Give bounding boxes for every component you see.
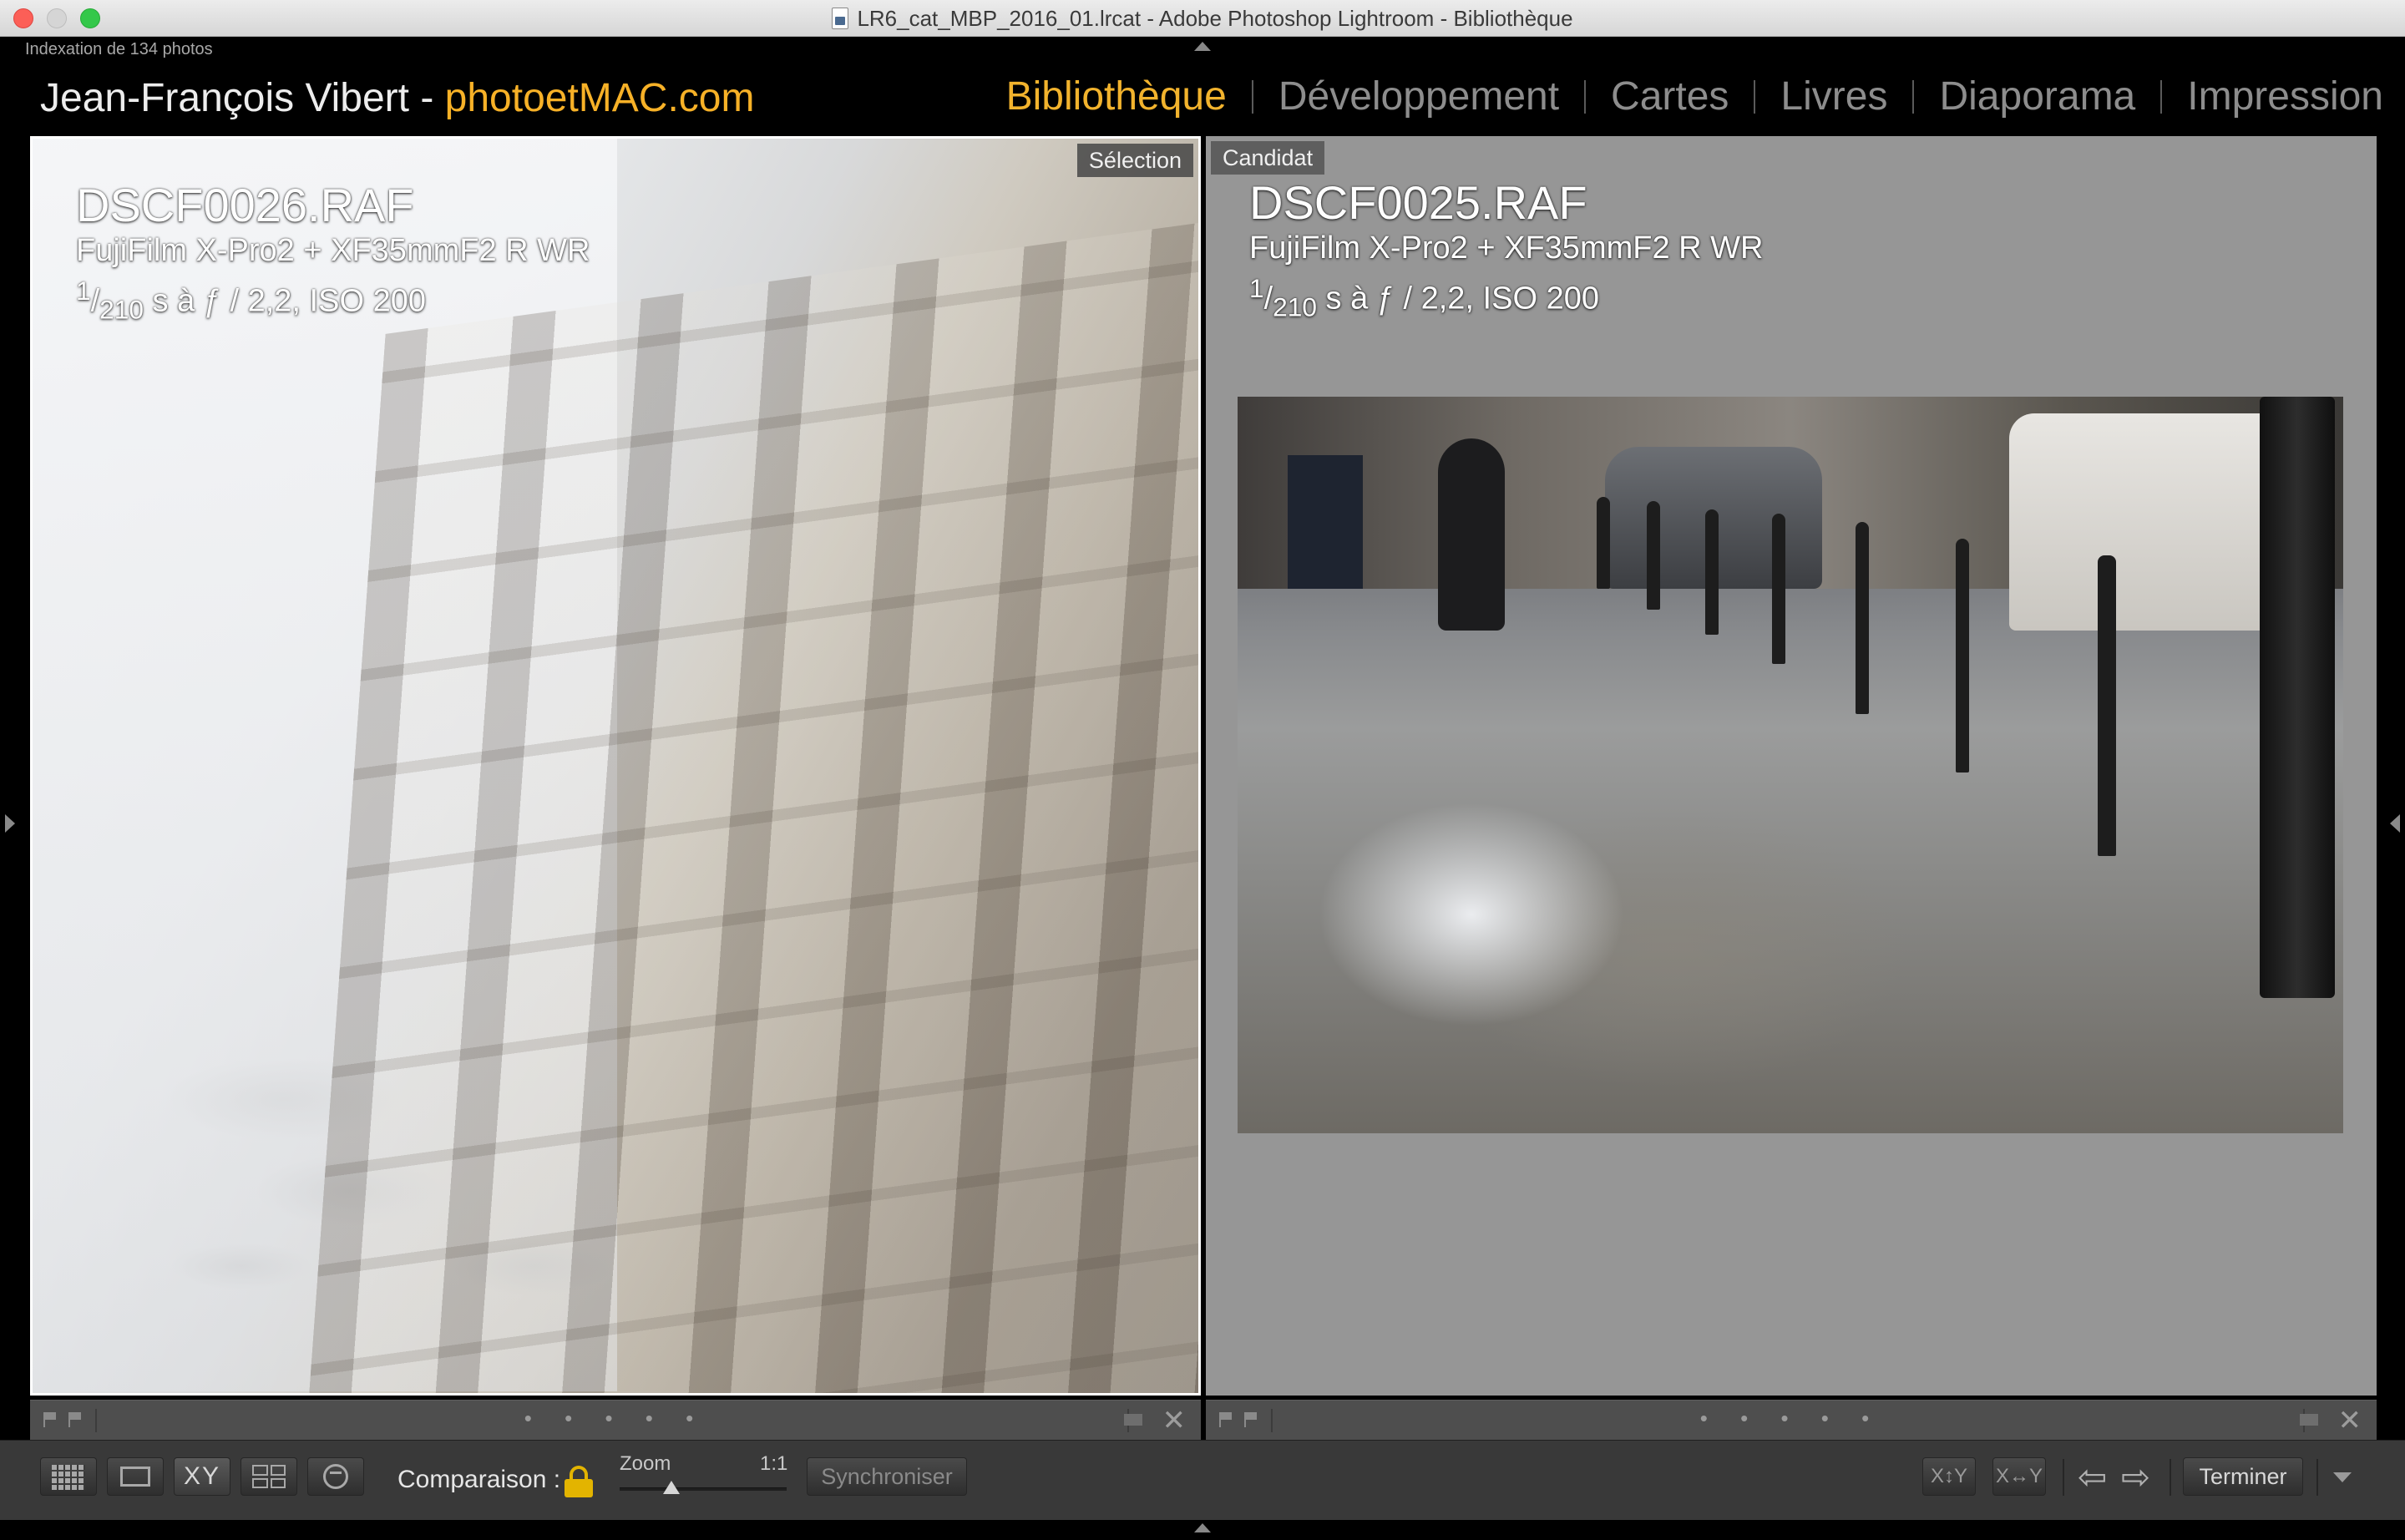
- done-button[interactable]: Terminer: [2183, 1457, 2303, 1496]
- loupe-icon: [120, 1467, 150, 1487]
- zoom-value: 1:1: [760, 1452, 788, 1475]
- candidate-exposure-den: 210: [1273, 291, 1317, 322]
- toolbar-separator: [2170, 1459, 2171, 1496]
- flag-reject-icon[interactable]: [1244, 1412, 1258, 1427]
- identity-plate: Jean-François Vibert - photoetMAC.com: [40, 75, 754, 121]
- zoom-slider-thumb[interactable]: [663, 1481, 680, 1494]
- module-separator: [1584, 79, 1587, 114]
- window-titlebar: LR6_cat_MBP_2016_01.lrcat - Adobe Photos…: [0, 0, 2405, 37]
- select-info-overlay: DSCF0026.RAF FujiFilm X-Pro2 + XF35mmF2 …: [76, 180, 590, 329]
- indexing-status: Indexation de 134 photos: [25, 40, 213, 58]
- photo-bollard: [1772, 514, 1785, 664]
- toolbar: XY Comparaison : Zoom 1:1 Synchroniser X…: [0, 1440, 2405, 1520]
- toolbar-separator: [2063, 1459, 2064, 1496]
- candidate-info-overlay: DSCF0025.RAF FujiFilm X-Pro2 + XF35mmF2 …: [1249, 178, 1763, 327]
- flag-pick-icon[interactable]: [43, 1412, 57, 1427]
- color-label-icon[interactable]: [1124, 1414, 1142, 1426]
- zoom-slider-track[interactable]: [620, 1487, 787, 1491]
- photo-bollard: [2098, 555, 2116, 856]
- candidate-photo: [1238, 397, 2343, 1133]
- flag-pick-icon[interactable]: [1219, 1412, 1233, 1427]
- people-view-button[interactable]: [307, 1457, 364, 1496]
- candidate-close-icon[interactable]: ✕: [2338, 1406, 2362, 1436]
- window-title: LR6_cat_MBP_2016_01.lrcat - Adobe Photos…: [857, 5, 1573, 31]
- document-icon: [832, 8, 849, 29]
- photo-sign-board: [1288, 455, 1363, 589]
- photo-bollard: [1647, 501, 1660, 610]
- make-select-button[interactable]: X↔Y: [1992, 1457, 2046, 1496]
- compare-xy-icon: XY: [183, 1462, 221, 1490]
- select-close-icon[interactable]: ✕: [1162, 1406, 1187, 1436]
- module-livres[interactable]: Livres: [1780, 73, 1887, 119]
- toolbar-menu-chevron-down-icon[interactable]: [2333, 1472, 2352, 1482]
- module-separator: [1251, 79, 1253, 114]
- next-photo-icon[interactable]: ⇨: [2121, 1459, 2150, 1496]
- module-separator: [1912, 79, 1915, 114]
- synchronize-button[interactable]: Synchroniser: [807, 1457, 967, 1496]
- photo-bollard: [1856, 522, 1869, 714]
- module-bibliotheque[interactable]: Bibliothèque: [1006, 73, 1227, 119]
- photo-bollard: [1705, 509, 1719, 635]
- select-filename: DSCF0026.RAF: [76, 179, 414, 231]
- identity-site: photoetMAC.com: [444, 76, 755, 120]
- photo-street-lamp: [2260, 397, 2335, 998]
- loupe-view-button[interactable]: [107, 1457, 164, 1496]
- zoom-lock-icon[interactable]: [565, 1466, 593, 1497]
- survey-view-button[interactable]: [240, 1457, 297, 1496]
- photo-facade-reflection: [296, 205, 1198, 1393]
- module-picker: Bibliothèque Développement Cartes Livres…: [1006, 73, 2383, 119]
- candidate-exposure: 1/210 s à ƒ / 2,2, ISO 200: [1249, 273, 1599, 322]
- grid-icon: [52, 1463, 85, 1490]
- comparison-label: Comparaison :: [397, 1466, 561, 1493]
- select-exposure-rest: s à ƒ / 2,2, ISO 200: [144, 283, 426, 319]
- face-icon: [323, 1464, 348, 1489]
- photo-bollard: [1597, 497, 1610, 589]
- photo-pedestrian: [1438, 438, 1505, 631]
- module-separator: [2160, 79, 2163, 114]
- module-impression[interactable]: Impression: [2187, 73, 2383, 119]
- survey-icon: [252, 1465, 286, 1488]
- grid-view-button[interactable]: [40, 1457, 97, 1496]
- module-separator: [1754, 79, 1756, 114]
- swap-button[interactable]: X↕Y: [1922, 1457, 1976, 1496]
- photo-bollard: [1956, 539, 1969, 773]
- module-developpement[interactable]: Développement: [1278, 73, 1559, 119]
- candidate-exposure-num: 1: [1249, 273, 1264, 303]
- zoom-label: Zoom: [620, 1452, 671, 1475]
- compare-view-button[interactable]: XY: [174, 1457, 230, 1496]
- select-tag: Sélection: [1076, 144, 1193, 177]
- strip-divider: [95, 1409, 97, 1432]
- select-pane[interactable]: Sélection DSCF0026.RAF FujiFilm X-Pro2 +…: [30, 136, 1201, 1396]
- select-exposure-num: 1: [76, 276, 91, 306]
- left-panel-toggle-icon[interactable]: [5, 814, 15, 833]
- toolbar-separator: [2316, 1459, 2318, 1496]
- select-rating-stars[interactable]: • • • • •: [524, 1406, 706, 1431]
- select-exposure: 1/210 s à ƒ / 2,2, ISO 200: [76, 276, 426, 325]
- select-camera: FujiFilm X-Pro2 + XF35mmF2 R WR: [76, 233, 590, 268]
- candidate-exposure-rest: s à ƒ / 2,2, ISO 200: [1317, 281, 1599, 317]
- module-cartes[interactable]: Cartes: [1611, 73, 1729, 119]
- identity-name: Jean-François Vibert -: [40, 76, 445, 120]
- strip-divider: [1271, 1409, 1273, 1432]
- candidate-info-strip: • • • • • ✕: [1206, 1400, 2377, 1440]
- candidate-camera: FujiFilm X-Pro2 + XF35mmF2 R WR: [1249, 230, 1764, 266]
- top-panel-toggle-icon[interactable]: [1194, 42, 1211, 51]
- select-exposure-den: 210: [99, 294, 144, 325]
- right-panel-toggle-icon[interactable]: [2390, 814, 2400, 833]
- candidate-rating-stars[interactable]: • • • • •: [1700, 1406, 1882, 1431]
- candidate-tag: Candidat: [1211, 141, 1325, 175]
- titlebar-center: LR6_cat_MBP_2016_01.lrcat - Adobe Photos…: [0, 0, 2405, 37]
- color-label-icon[interactable]: [2300, 1414, 2318, 1426]
- select-info-strip: • • • • • ✕: [30, 1400, 1201, 1440]
- previous-photo-icon[interactable]: ⇦: [2078, 1459, 2107, 1496]
- filmstrip-toggle-icon[interactable]: [1194, 1523, 1211, 1532]
- candidate-pane[interactable]: Candidat DSCF0025.RAF FujiFilm X-Pro2 + …: [1206, 136, 2377, 1396]
- flag-reject-icon[interactable]: [68, 1412, 82, 1427]
- candidate-filename: DSCF0025.RAF: [1249, 176, 1587, 229]
- module-diaporama[interactable]: Diaporama: [1939, 73, 2135, 119]
